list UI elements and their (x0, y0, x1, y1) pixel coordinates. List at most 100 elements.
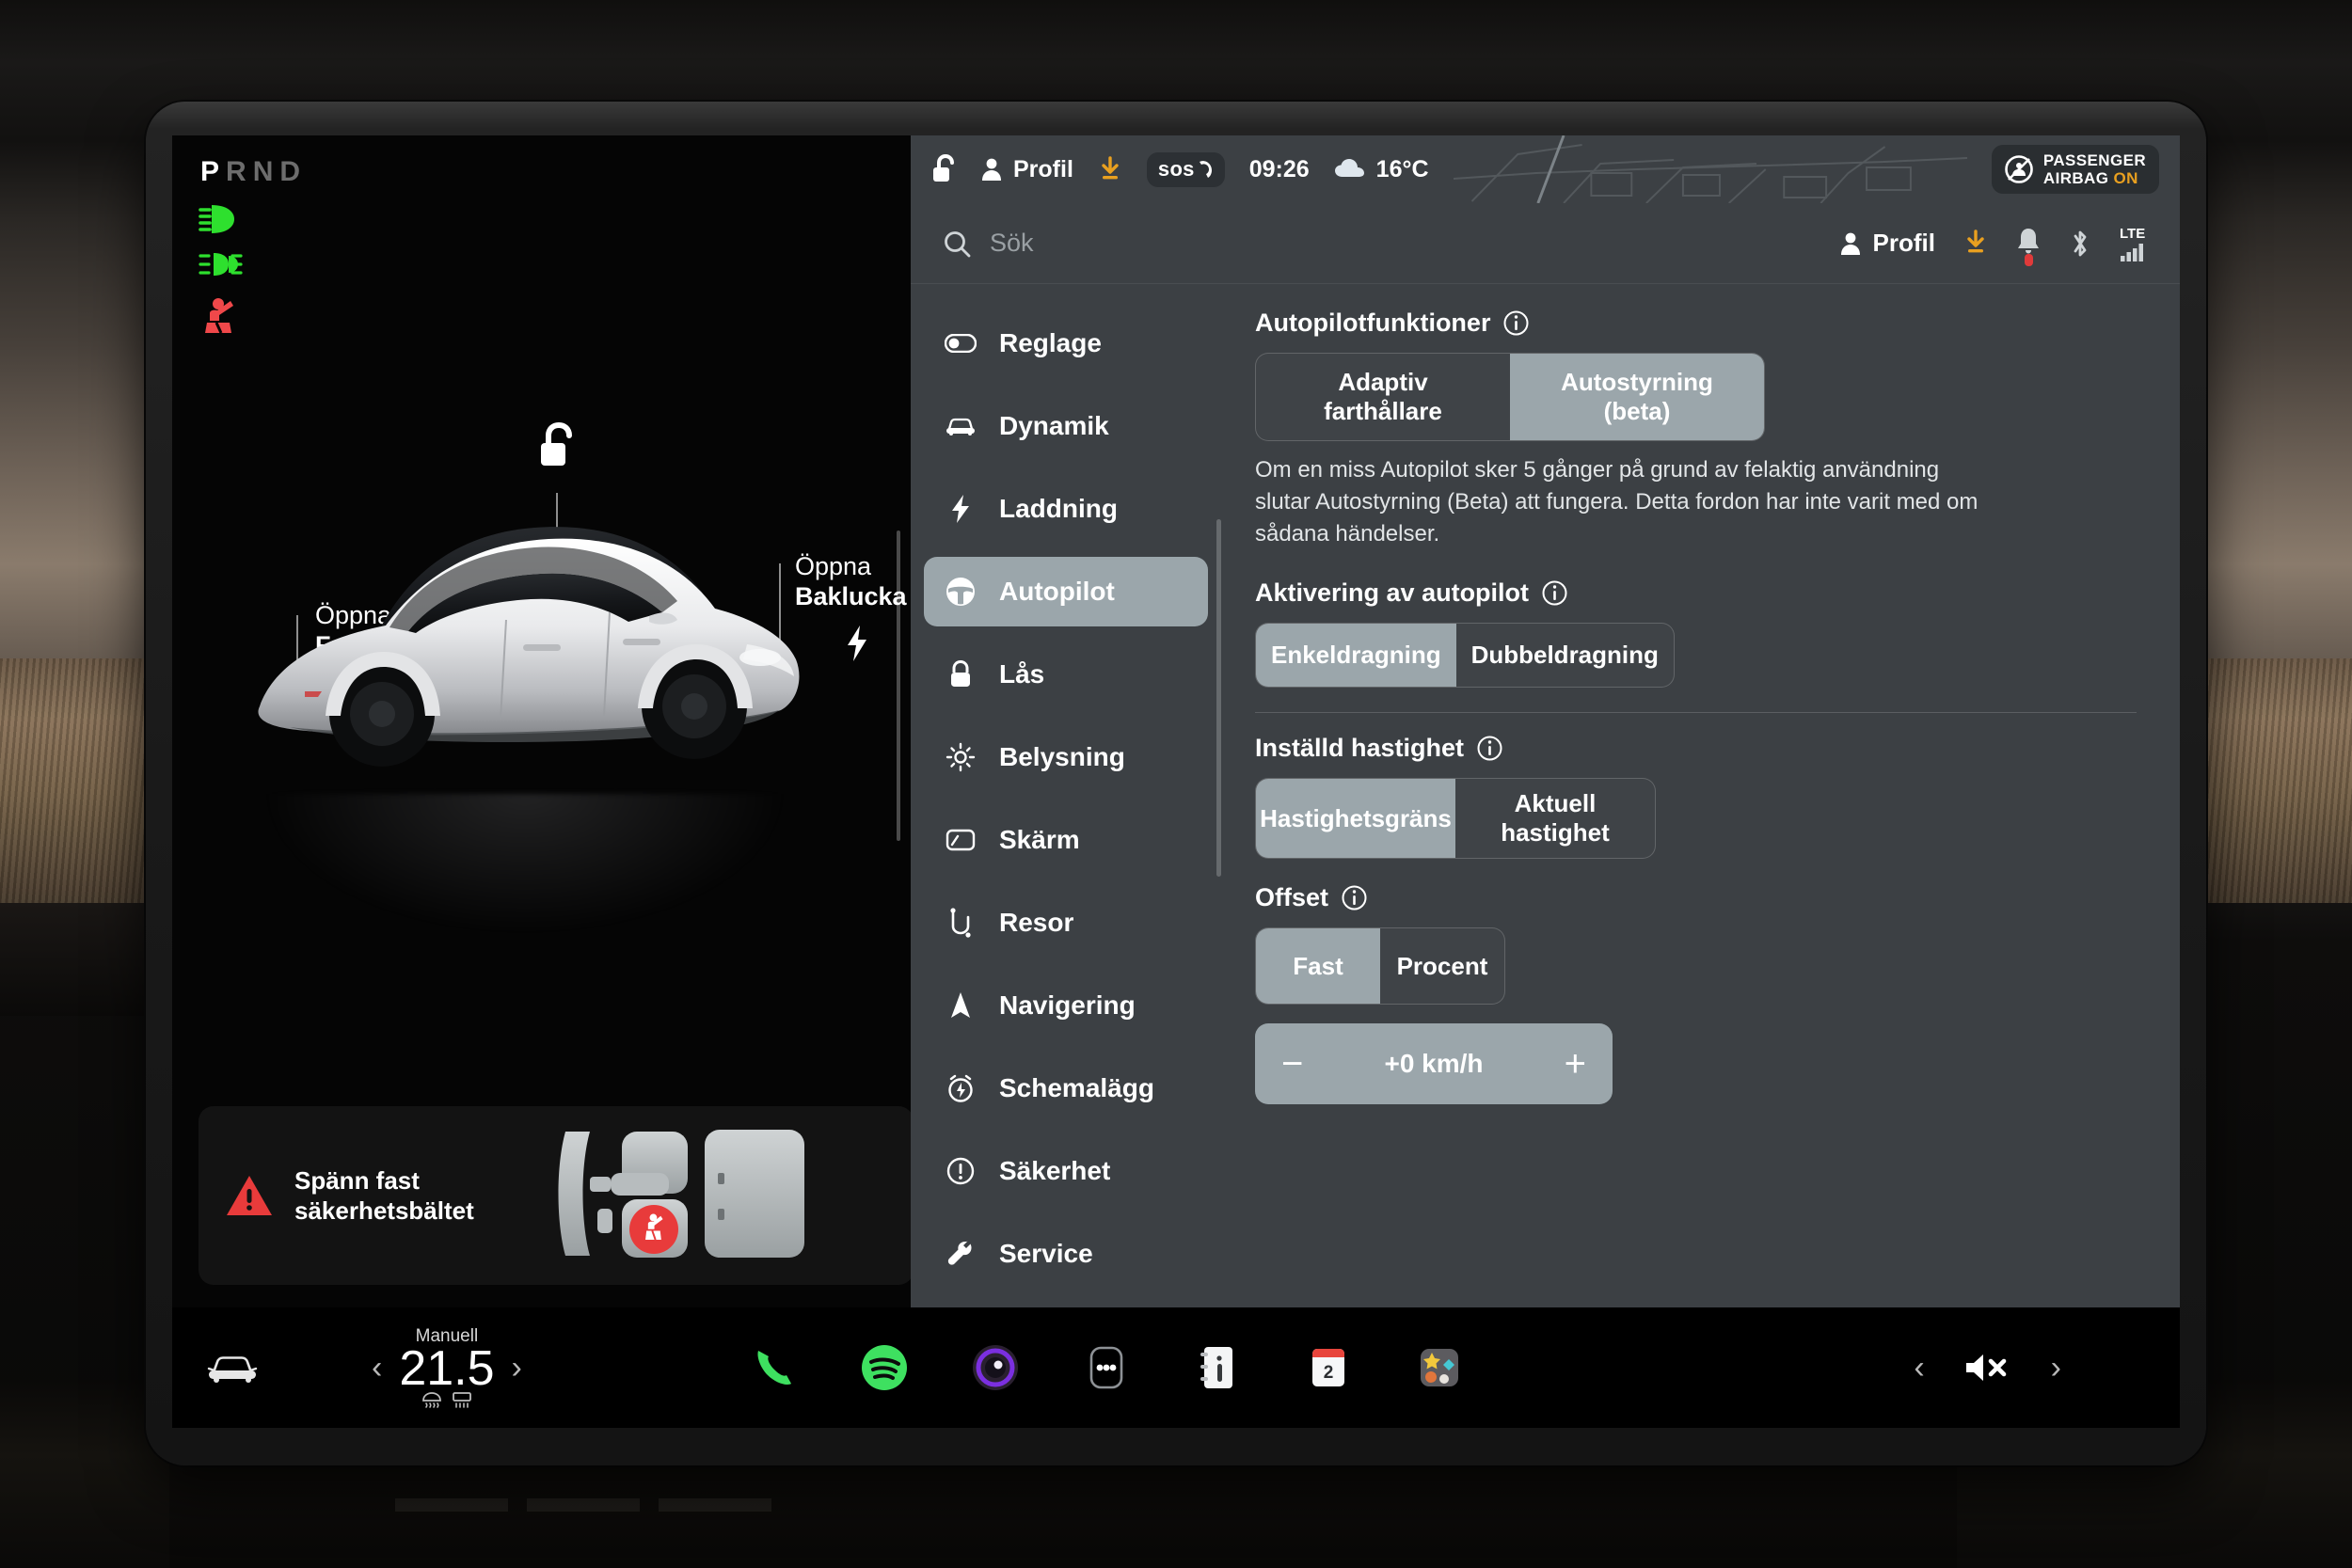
segment-autostyrning-beta[interactable]: Autostyrning (beta) (1510, 354, 1764, 440)
map-preview-strip[interactable] (1453, 135, 1967, 203)
manual-app-button[interactable] (1190, 1340, 1245, 1395)
segment-hastighetsgrans[interactable]: Hastighetsgräns (1256, 779, 1455, 859)
dash-vent-left (0, 903, 165, 1016)
status-software-download[interactable] (1098, 156, 1122, 182)
set-speed-segmented-control: Hastighetsgräns Aktuell hastighet (1255, 778, 1656, 860)
route-icon (945, 908, 977, 938)
status-weather[interactable]: 16°C (1334, 156, 1429, 183)
volume-decrease-button[interactable]: ‹ (1914, 1350, 1924, 1386)
segment-adaptiv-farthallare[interactable]: Adaptiv farthållare (1256, 354, 1510, 440)
svg-text:2: 2 (1323, 1363, 1333, 1383)
media-app-button[interactable] (968, 1340, 1023, 1395)
phone-icon (757, 1351, 791, 1385)
segment-fast[interactable]: Fast (1256, 928, 1380, 1005)
phone-app-button[interactable] (746, 1340, 801, 1395)
spotify-app-button[interactable] (857, 1340, 912, 1395)
offset-segmented-control: Fast Procent (1255, 927, 1505, 1006)
settings-profile-label: Profil (1872, 229, 1935, 257)
offset-heading: Offset (1255, 883, 2137, 912)
sidebar-label-reglage: Reglage (999, 328, 1102, 357)
climate-increase-button[interactable]: › (512, 1350, 522, 1386)
vehicle-render[interactable] (224, 460, 826, 836)
airbag-line1: PASSENGER (2042, 150, 2146, 169)
sidebar-item-autopilot[interactable]: Autopilot (924, 557, 1208, 626)
bluetooth-icon[interactable] (2069, 229, 2091, 259)
sos-button[interactable]: sos (1146, 151, 1225, 187)
sidebar-item-las[interactable]: Lås (924, 640, 1208, 709)
cellular-signal[interactable]: LTE (2120, 226, 2148, 261)
sidebar-item-service[interactable]: Service (924, 1219, 1208, 1289)
front-defroster-icon[interactable] (421, 1392, 442, 1409)
wrench-icon (945, 1240, 977, 1268)
sidebar-label-las: Lås (999, 659, 1045, 689)
search-input[interactable] (990, 229, 1820, 258)
notification-badge-dot (2025, 254, 2033, 266)
sidebar-label-sakerhet: Säkerhet (999, 1156, 1111, 1185)
offset-title: Offset (1255, 883, 1329, 912)
sidebar-item-navigering[interactable]: Navigering (924, 971, 1208, 1040)
lte-label: LTE (2120, 225, 2146, 242)
more-apps-button[interactable] (1079, 1340, 1134, 1395)
sidebar-item-dynamik[interactable]: Dynamik (924, 391, 1208, 461)
left-pane-divider-scroll[interactable] (897, 531, 900, 841)
sidebar-item-skarm[interactable]: Skärm (924, 805, 1208, 875)
vehicle-reflection (262, 794, 788, 935)
person-icon (982, 158, 1001, 181)
climate-readout[interactable]: Manuell 21.5 (399, 1326, 495, 1410)
sidebar-item-belysning[interactable]: Belysning (924, 722, 1208, 792)
car-icon[interactable] (206, 1352, 259, 1384)
segment-aktuell-hastighet[interactable]: Aktuell hastighet (1455, 779, 1655, 858)
lock-icon (945, 659, 977, 689)
unlock-icon (933, 154, 954, 182)
segment-dubbeldragning[interactable]: Dubbeldragning (1456, 624, 1674, 687)
autopilot-activation-segmented-control: Enkeldragning Dubbeldragning (1255, 623, 1675, 689)
sidebar-scrollbar[interactable] (1216, 519, 1221, 877)
toybox-app-button[interactable] (1412, 1340, 1467, 1395)
toybox-icon (1420, 1349, 1458, 1386)
sidebar-item-sakerhet[interactable]: Säkerhet (924, 1136, 1208, 1206)
segment-enkeldragning[interactable]: Enkeldragning (1256, 624, 1456, 688)
volume-increase-button[interactable]: › (2051, 1350, 2061, 1386)
offset-decrease-button[interactable]: − (1281, 1045, 1303, 1083)
seat-diagram (548, 1118, 887, 1274)
info-icon[interactable] (1542, 580, 1567, 606)
high-beam-icon (199, 203, 242, 240)
search-icon[interactable] (943, 230, 971, 258)
calendar-app-button[interactable]: 2 (1301, 1340, 1356, 1395)
offset-increase-button[interactable]: + (1565, 1045, 1586, 1083)
volume-mute-icon[interactable] (1963, 1351, 2013, 1385)
sun-icon (945, 742, 977, 772)
segment-procent[interactable]: Procent (1380, 928, 1504, 1004)
status-profile-label: Profil (1013, 155, 1073, 182)
phone-handset-icon (1199, 160, 1212, 178)
info-icon[interactable] (1342, 885, 1367, 911)
sos-label: sos (1157, 156, 1195, 181)
bolt-icon (945, 494, 977, 524)
seatbelt-warning-icon (199, 297, 238, 340)
autopilot-features-segmented-control: Adaptiv farthållare Autostyrning (beta) (1255, 353, 1765, 441)
sidebar-item-resor[interactable]: Resor (924, 888, 1208, 958)
status-profile[interactable]: Profil (980, 156, 1073, 183)
spotify-icon (861, 1345, 907, 1390)
autosteer-note: Om en miss Autopilot sker 5 gånger på gr… (1255, 457, 1979, 547)
seatbelt-alert-card[interactable]: Spänn fast säkerhetsbältet (199, 1106, 914, 1285)
sidebar-item-schemalagg[interactable]: Schemalägg (924, 1053, 1208, 1123)
autopilot-settings-panel: Autopilotfunktioner Adaptiv farthållare (1221, 284, 2180, 1307)
lock-status[interactable] (931, 154, 956, 184)
charge-port-bolt-icon[interactable] (845, 625, 869, 662)
seatbelt-alert-text: Spänn fast säkerhetsbältet (294, 1165, 474, 1227)
info-icon[interactable] (1477, 736, 1502, 761)
segment-autostyrning-line2: (beta) (1603, 397, 1671, 425)
sidebar-label-skarm: Skärm (999, 825, 1080, 854)
rear-defroster-icon[interactable] (452, 1392, 472, 1409)
autopilot-features-heading: Autopilotfunktioner (1255, 309, 2137, 338)
software-download-icon[interactable] (1963, 229, 1988, 258)
climate-decrease-button[interactable]: ‹ (372, 1350, 382, 1386)
info-icon[interactable] (1503, 310, 1529, 336)
set-speed-heading: Inställd hastighet (1255, 734, 2137, 763)
settings-profile-button[interactable]: Profil (1839, 229, 1935, 258)
sidebar-item-reglage[interactable]: Reglage (924, 309, 1208, 378)
airbag-line2: AIRBAG (2042, 169, 2109, 187)
notifications-button[interactable] (2016, 227, 2041, 266)
sidebar-item-laddning[interactable]: Laddning (924, 474, 1208, 544)
